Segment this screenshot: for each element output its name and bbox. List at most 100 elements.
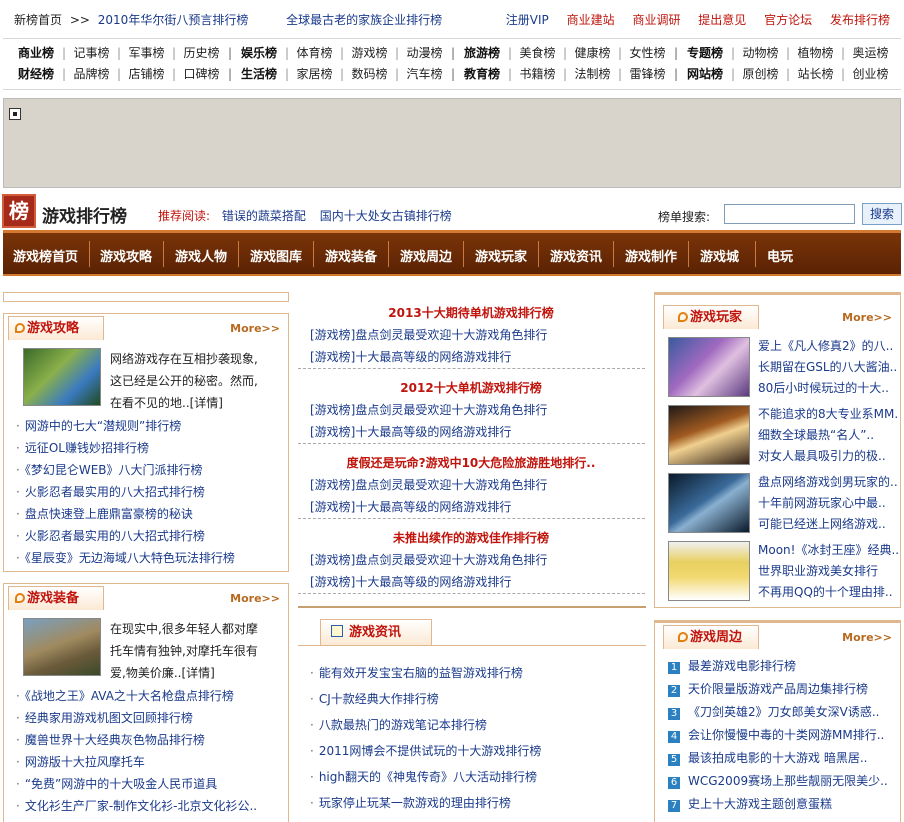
category-link[interactable]: 体育榜 bbox=[292, 44, 337, 61]
category-link[interactable]: 奥运榜 bbox=[848, 44, 893, 61]
category-link[interactable]: 动漫榜 bbox=[402, 44, 447, 61]
category-link[interactable]: 品牌榜 bbox=[69, 65, 114, 82]
player-thumbnail[interactable] bbox=[668, 473, 750, 533]
player-link[interactable]: 长期留在GSL的八大酱油.. bbox=[758, 357, 898, 378]
category-link[interactable]: 动物榜 bbox=[738, 44, 783, 61]
search-input[interactable] bbox=[724, 204, 855, 224]
ad-banner[interactable] bbox=[3, 98, 901, 188]
nav-item[interactable]: 游戏资讯 bbox=[550, 246, 602, 265]
list-item[interactable]: 6 WCG2009赛场上那些靓丽无限美少.. bbox=[668, 770, 896, 793]
list-item[interactable]: CJ十款经典大作排行榜 bbox=[310, 686, 645, 712]
guide-more-link[interactable]: More>> bbox=[230, 322, 280, 335]
list-item[interactable]: 网游中的七大“潜规则”排行榜 bbox=[16, 415, 286, 437]
list-item[interactable]: 玩家停止玩某一款游戏的理由排行榜 bbox=[310, 790, 645, 816]
category-link[interactable]: 植物榜 bbox=[793, 44, 838, 61]
players-more-link[interactable]: More>> bbox=[842, 311, 892, 324]
list-item[interactable]: 7 史上十大游戏主题创意蛋糕 bbox=[668, 793, 896, 816]
intro-line-more[interactable]: 爱,物美价廉..[详情] bbox=[110, 662, 282, 684]
list-item[interactable]: 盘点快速登上鹿鼎富豪榜的秘诀 bbox=[16, 503, 286, 525]
list-item[interactable]: 文化衫生产厂家-制作文化衫-北京文化衫公.. bbox=[16, 795, 286, 817]
category-link[interactable]: 数码榜 bbox=[347, 65, 392, 82]
section-title[interactable]: 度假还是玩命?游戏中10大危险旅游胜地排行.. bbox=[296, 454, 646, 471]
category-link[interactable]: 健康榜 bbox=[570, 44, 615, 61]
top-right-link[interactable]: 商业调研 bbox=[632, 13, 680, 27]
nav-item[interactable]: 游戏装备 bbox=[325, 246, 377, 265]
player-link[interactable]: Moon!《冰封王座》经典.. bbox=[758, 540, 898, 561]
category-link[interactable]: 汽车榜 bbox=[402, 65, 447, 82]
list-item[interactable]: 《战地之王》AVA之十大名枪盘点排行榜 bbox=[16, 685, 286, 707]
section-title[interactable]: 未推出续作的游戏佳作排行榜 bbox=[296, 529, 646, 546]
list-item[interactable]: 《梦幻昆仑WEB》八大门派排行榜 bbox=[16, 459, 286, 481]
tab-news[interactable]: 游戏资讯 bbox=[320, 619, 432, 645]
category-link[interactable]: 店铺榜 bbox=[124, 65, 169, 82]
player-link[interactable]: 不能追求的8大专业系MM.. bbox=[758, 404, 898, 425]
section-link[interactable]: [游戏榜]盘点剑灵最受欢迎十大游戏角色排行 bbox=[310, 551, 547, 568]
intro-line-more[interactable]: 在看不见的地..[详情] bbox=[110, 392, 282, 414]
player-thumbnail[interactable] bbox=[668, 405, 750, 465]
top-link-2[interactable]: 全球最古老的家族企业排行榜 bbox=[286, 13, 442, 27]
player-link[interactable]: 80后小时候玩过的十大.. bbox=[758, 378, 898, 399]
category-link[interactable]: 书籍榜 bbox=[515, 65, 560, 82]
top-right-link[interactable]: 提出意见 bbox=[698, 13, 746, 27]
tab-equipment[interactable]: 游戏装备 bbox=[8, 586, 104, 610]
nav-item[interactable]: 电玩 bbox=[767, 246, 793, 265]
category-link[interactable]: 家居榜 bbox=[292, 65, 337, 82]
list-item[interactable]: 经典家用游戏机图文回顾排行榜 bbox=[16, 707, 286, 729]
category-link[interactable]: 专题榜 bbox=[682, 44, 728, 61]
player-link[interactable]: 盘点网络游戏剑男玩家的.. bbox=[758, 472, 898, 493]
list-item[interactable]: 火影忍者最实用的八大招式排行榜 bbox=[16, 525, 286, 547]
player-link[interactable]: 世界职业游戏美女排行 bbox=[758, 561, 898, 582]
list-item[interactable]: 3 《刀剑英雄2》刀女郎美女深V诱惑.. bbox=[668, 701, 896, 724]
category-link[interactable]: 口碑榜 bbox=[179, 65, 224, 82]
category-link[interactable]: 站长榜 bbox=[793, 65, 838, 82]
list-item[interactable]: 能有效开发宝宝右脑的益智游戏排行榜 bbox=[310, 660, 645, 686]
player-link[interactable]: 不再用QQ的十个理由排.. bbox=[758, 582, 898, 603]
section-link[interactable]: [游戏榜]十大最高等级的网络游戏排行 bbox=[310, 348, 511, 365]
category-link[interactable]: 商业榜 bbox=[13, 44, 59, 61]
home-link[interactable]: 新榜首页 bbox=[14, 13, 62, 27]
player-thumbnail[interactable] bbox=[668, 541, 750, 601]
category-link[interactable]: 女性榜 bbox=[625, 44, 670, 61]
section-title[interactable]: 2013十大期待单机游戏排行榜 bbox=[296, 304, 646, 321]
category-link[interactable]: 创业榜 bbox=[848, 65, 893, 82]
player-thumbnail[interactable] bbox=[668, 337, 750, 397]
list-item[interactable]: 《星辰变》无边海域八大特色玩法排行榜 bbox=[16, 547, 286, 569]
section-link[interactable]: [游戏榜]十大最高等级的网络游戏排行 bbox=[310, 423, 511, 440]
category-link[interactable]: 记事榜 bbox=[69, 44, 114, 61]
nav-item[interactable]: 游戏图库 bbox=[250, 246, 302, 265]
top-link-1[interactable]: 2010年华尔街八预言排行榜 bbox=[98, 13, 249, 27]
nav-item[interactable]: 游戏城 bbox=[700, 246, 739, 265]
nav-item[interactable]: 游戏榜首页 bbox=[13, 246, 78, 265]
list-item[interactable]: 4 会让你慢慢中毒的十类网游MM排行.. bbox=[668, 724, 896, 747]
category-link[interactable]: 历史榜 bbox=[179, 44, 224, 61]
category-link[interactable]: 生活榜 bbox=[236, 65, 282, 82]
category-link[interactable]: 财经榜 bbox=[13, 65, 59, 82]
rec-link-1[interactable]: 错误的蔬菜搭配 bbox=[222, 209, 306, 223]
player-link[interactable]: 对女人最具吸引力的极.. bbox=[758, 446, 898, 467]
player-link[interactable]: 爱上《凡人修真2》的八.. bbox=[758, 336, 898, 357]
top-right-link[interactable]: 官方论坛 bbox=[764, 13, 812, 27]
nav-item[interactable]: 游戏攻略 bbox=[100, 246, 152, 265]
section-link[interactable]: [游戏榜]盘点剑灵最受欢迎十大游戏角色排行 bbox=[310, 476, 547, 493]
section-link[interactable]: [游戏榜]盘点剑灵最受欢迎十大游戏角色排行 bbox=[310, 401, 547, 418]
tab-players[interactable]: 游戏玩家 bbox=[663, 305, 759, 329]
peripherals-more-link[interactable]: More>> bbox=[842, 631, 892, 644]
list-item[interactable]: 2 天价限量版游戏产品周边集排行榜 bbox=[668, 678, 896, 701]
category-link[interactable]: 游戏榜 bbox=[347, 44, 392, 61]
list-item[interactable]: 火影忍者最实用的八大招式排行榜 bbox=[16, 481, 286, 503]
section-title[interactable]: 2012十大单机游戏排行榜 bbox=[296, 379, 646, 396]
player-link[interactable]: 细数全球最热“名人”.. bbox=[758, 425, 898, 446]
list-item[interactable]: 八款最热门的游戏笔记本排行榜 bbox=[310, 712, 645, 738]
player-link[interactable]: 十年前网游玩家心中最.. bbox=[758, 493, 898, 514]
equipment-thumbnail[interactable] bbox=[23, 618, 101, 676]
list-item[interactable]: 5 最该拍成电影的十大游戏 暗黑居.. bbox=[668, 747, 896, 770]
category-link[interactable]: 娱乐榜 bbox=[236, 44, 282, 61]
site-logo[interactable]: 榜 bbox=[2, 194, 36, 228]
section-link[interactable]: [游戏榜]十大最高等级的网络游戏排行 bbox=[310, 573, 511, 590]
nav-item[interactable]: 游戏周边 bbox=[400, 246, 452, 265]
category-link[interactable]: 原创榜 bbox=[738, 65, 783, 82]
category-link[interactable]: 军事榜 bbox=[124, 44, 169, 61]
category-link[interactable]: 美食榜 bbox=[515, 44, 560, 61]
register-vip-link[interactable]: 注册VIP bbox=[506, 13, 549, 27]
list-item[interactable]: 魔兽世界十大经典灰色物品排行榜 bbox=[16, 729, 286, 751]
